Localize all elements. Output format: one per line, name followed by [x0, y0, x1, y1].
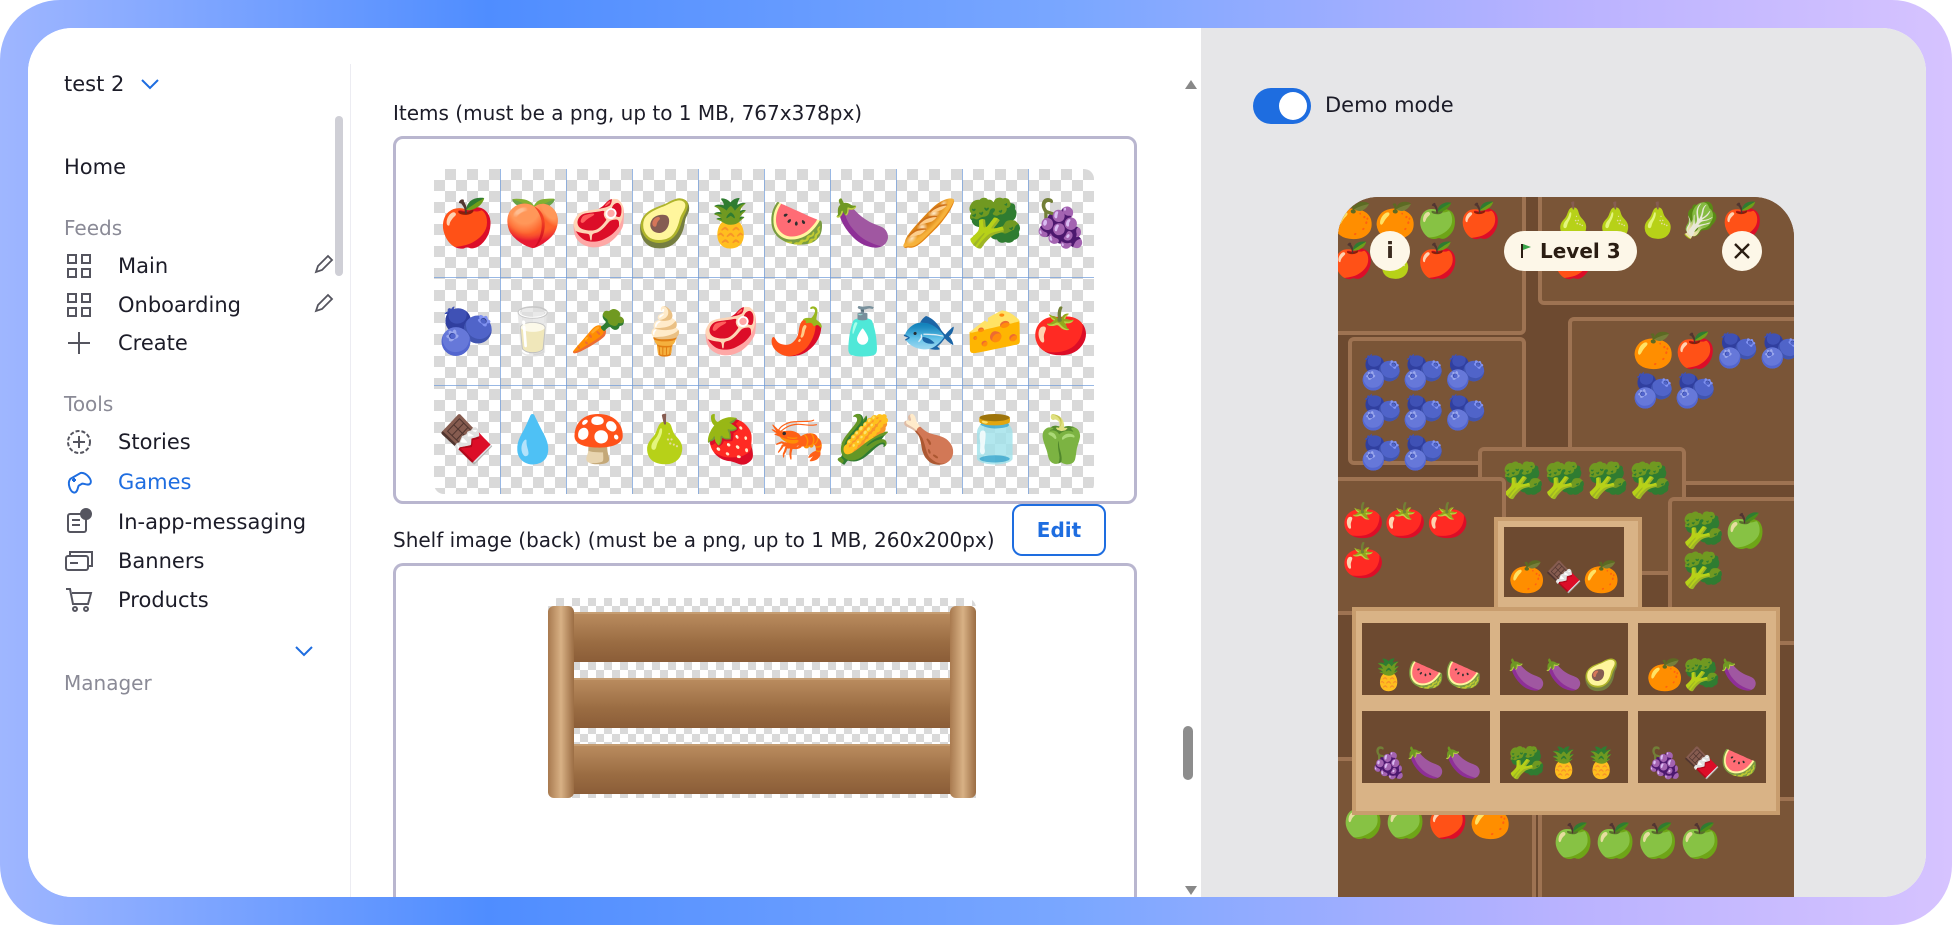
shelf-field-label: Shelf image (back) (must be a png, up to…: [393, 528, 995, 552]
sidebar-scrollbar[interactable]: [335, 116, 343, 276]
chevron-down-icon: [141, 79, 160, 90]
grid-line: [566, 169, 567, 494]
grid-line: [500, 169, 501, 494]
grid-line: [434, 385, 1094, 386]
main-scrollbar[interactable]: [1183, 726, 1193, 780]
grid-line: [434, 277, 1094, 278]
level-label: Level 3: [1540, 239, 1621, 263]
demo-mode-toggle[interactable]: [1253, 88, 1311, 124]
sprite-item: 🧀: [966, 303, 1024, 358]
grid-line: [962, 169, 963, 494]
sprite-item: 🫐: [438, 303, 496, 358]
workspace-selector[interactable]: test 2: [64, 72, 160, 96]
main-content: Items (must be a png, up to 1 MB, 767x37…: [351, 28, 1211, 897]
sidebar-item-label: Main: [118, 254, 169, 278]
sprite-item: 🥑: [636, 195, 694, 250]
sprite-item: 🥕: [570, 303, 628, 358]
workspace-name: test 2: [64, 72, 125, 96]
feeds-section-title: Feeds: [64, 216, 123, 240]
sprite-item: 🍎: [438, 195, 496, 250]
sidebar-item-stories[interactable]: Stories: [64, 426, 334, 458]
sprite-item: 🌽: [834, 411, 892, 466]
sidebar-item-in-app-messaging[interactable]: In-app-messaging: [64, 506, 334, 538]
sprite-item: 🍍: [702, 195, 760, 250]
sprite-item: 🌶️: [768, 303, 826, 358]
sidebar-item-main[interactable]: Main: [64, 250, 334, 282]
sprite-item: 🦐: [768, 411, 826, 466]
manager-section-title: Manager: [64, 671, 152, 695]
grid-line: [896, 169, 897, 494]
banner-icon: [64, 546, 94, 576]
sidebar-item-products[interactable]: Products: [64, 584, 334, 616]
plus-circle-icon: [64, 427, 94, 457]
sprite-item: 🥩: [570, 195, 628, 250]
sidebar-item-label: Products: [118, 588, 209, 612]
info-icon[interactable]: i: [1370, 231, 1410, 271]
gamepad-icon: [64, 467, 94, 497]
level-indicator: Level 3: [1504, 231, 1637, 271]
shelf-image-box: [393, 563, 1137, 897]
sprite-item: 🍅: [1032, 303, 1090, 358]
sprite-item: 🥩: [702, 303, 760, 358]
sprite-item: 🫑: [1032, 411, 1090, 466]
sprite-item: 🥛: [504, 303, 562, 358]
sidebar-item-games[interactable]: Games: [64, 466, 334, 498]
grid-line: [698, 169, 699, 494]
sprite-item: 🍉: [768, 195, 826, 250]
sidebar-item-label: Games: [118, 470, 192, 494]
grid-line: [830, 169, 831, 494]
sprite-item: 🍑: [504, 195, 562, 250]
close-icon[interactable]: [1722, 231, 1762, 271]
message-icon: [64, 507, 94, 537]
flag-icon: [1521, 244, 1531, 258]
edit-button[interactable]: Edit: [1012, 504, 1106, 556]
demo-mode-label: Demo mode: [1325, 93, 1454, 117]
items-sprite-sheet: 🍎 🍑 🥩 🥑 🍍 🍉 🍆 🥖 🥦 🍇 🫐 🥛 🥕 🍦 🥩 🌶️ 🧴 🐟 🧀 🍅 🍫 💧 🍄 🍐 🍓 🦐 🌽 🍗 🫙 🫑: [434, 169, 1094, 494]
grid-icon: [64, 251, 94, 281]
chevron-down-icon[interactable]: [294, 645, 314, 657]
sidebar-item-label: In-app-messaging: [118, 510, 307, 534]
grid-icon: [64, 290, 94, 320]
sprite-item: 🥦: [966, 195, 1024, 250]
sprite-item: 🍐: [636, 411, 694, 466]
pencil-icon[interactable]: [312, 293, 334, 320]
sprite-item: 🥖: [900, 195, 958, 250]
pencil-icon[interactable]: [312, 254, 334, 281]
sprite-item: 🧴: [834, 303, 892, 358]
plus-icon: [64, 328, 94, 358]
scroll-down-arrow[interactable]: [1185, 886, 1197, 895]
sprite-item: 💧: [504, 411, 562, 466]
sidebar-item-label: Create: [118, 331, 188, 355]
grid-line: [632, 169, 633, 494]
toggle-knob: [1279, 92, 1307, 120]
app-window: test 2 Home Feeds Main Onboarding Create…: [28, 28, 1926, 897]
sidebar-item-create[interactable]: Create: [64, 327, 334, 359]
shelf-image-preview: [548, 598, 976, 798]
preview-panel: Demo mode 🍊🍊🍏🍎🍎🍐🍎 🍐🍐🍐🥬🍎🍎 🫐🫐🫐🫐🫐🫐🫐🫐 🍊🍎🫐🫐🫐🫐…: [1201, 28, 1926, 897]
sprite-item: 🍄: [570, 411, 628, 466]
sprite-item: 🍗: [900, 411, 958, 466]
sprite-item: 🍆: [834, 195, 892, 250]
sprite-item: 🍦: [636, 303, 694, 358]
sidebar-item-onboarding[interactable]: Onboarding: [64, 289, 334, 321]
sidebar-item-label: Stories: [118, 430, 191, 454]
sidebar-item-home[interactable]: Home: [64, 155, 126, 179]
tools-section-title: Tools: [64, 392, 114, 416]
grid-line: [1028, 169, 1029, 494]
sidebar-item-label: Banners: [118, 549, 205, 573]
sprite-item: 🫙: [966, 411, 1024, 466]
cart-icon: [64, 585, 94, 615]
sprite-item: 🍫: [438, 411, 496, 466]
items-image-box: 🍎 🍑 🥩 🥑 🍍 🍉 🍆 🥖 🥦 🍇 🫐 🥛 🥕 🍦 🥩 🌶️ 🧴 🐟 🧀 🍅 🍫 💧 🍄 🍐 🍓 🦐 🌽 🍗 🫙 🫑 Edit: [393, 136, 1137, 556]
items-field-label: Items (must be a png, up to 1 MB, 767x37…: [393, 101, 863, 125]
sidebar: test 2 Home Feeds Main Onboarding Create…: [28, 28, 350, 897]
sprite-item: 🍇: [1032, 195, 1090, 250]
scroll-up-arrow[interactable]: [1185, 80, 1197, 89]
game-preview: 🍊🍊🍏🍎🍎🍐🍎 🍐🍐🍐🥬🍎🍎 🫐🫐🫐🫐🫐🫐🫐🫐 🍊🍎🫐🫐🫐🫐 🥦🥦🥦🥦 🍅🍅🍅🍅…: [1338, 197, 1794, 897]
sprite-item: 🐟: [900, 303, 958, 358]
sidebar-item-banners[interactable]: Banners: [64, 545, 334, 577]
sidebar-item-label: Onboarding: [118, 293, 241, 317]
grid-line: [764, 169, 765, 494]
sprite-item: 🍓: [702, 411, 760, 466]
